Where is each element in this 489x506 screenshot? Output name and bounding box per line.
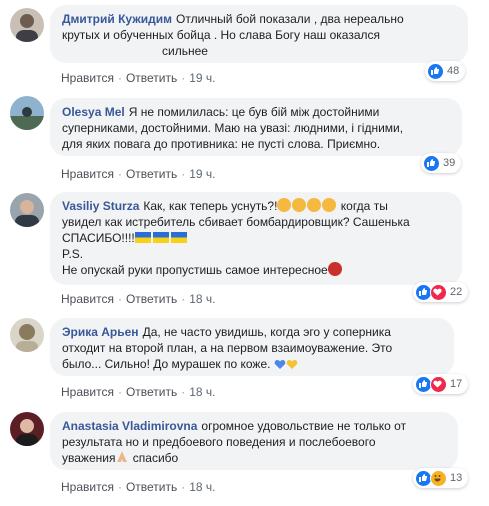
comment-text: Я не помилилась: це був бій між достойни…: [128, 105, 380, 119]
comment-text: увидел как истребитель сбивает бомбардир…: [62, 215, 410, 229]
comment-text: Как, как теперь уснуть?!: [143, 199, 278, 213]
avatar[interactable]: [10, 96, 44, 130]
reaction-count: 39: [443, 157, 456, 169]
reaction-summary[interactable]: 17: [413, 374, 469, 394]
comment-actions: Нравится · Ответить · 18 ч.: [61, 480, 216, 494]
comment-text: сильнее: [162, 44, 208, 58]
comment-text: крутых и обученных бойца . Но слава Богу…: [62, 28, 381, 42]
comment-actions: Нравится · Ответить · 19 ч.: [61, 167, 216, 181]
ukraine-flag-icon: [134, 232, 151, 243]
comment-bubble: Olesya Mel Я не помилилась: це був бій мі…: [50, 98, 462, 156]
reaction-count: 22: [450, 286, 463, 298]
comment-text: уважения: [62, 451, 116, 465]
comment-author[interactable]: Эрика Арьен: [62, 325, 139, 339]
reaction-count: 17: [450, 378, 463, 390]
comment-bubble: Дмитрий Кужидим Отличный бой показали , д…: [50, 5, 468, 63]
reaction-count: 48: [447, 65, 460, 77]
comment-text: для яких повага до противника: не пусті …: [62, 137, 381, 151]
comment-text: огромное удовольствие не только от: [201, 419, 407, 433]
reaction-summary[interactable]: 48: [425, 61, 466, 81]
clapping-hands-icon: [322, 198, 337, 212]
like-button[interactable]: Нравится: [61, 385, 114, 399]
reply-button[interactable]: Ответить: [126, 480, 177, 494]
comment-text: Не опускай руки пропустишь самое интерес…: [62, 263, 328, 277]
clapping-hands-icon: [277, 198, 292, 212]
comment-author[interactable]: Дмитрий Кужидим: [62, 12, 172, 26]
clapping-hands-icon: [292, 198, 307, 212]
comment-time[interactable]: 19 ч.: [189, 71, 215, 85]
avatar[interactable]: [10, 8, 44, 42]
clapping-hands-icon: [307, 198, 322, 212]
comment-time[interactable]: 18 ч.: [189, 292, 215, 306]
like-button[interactable]: Нравится: [61, 292, 114, 306]
yellow-heart-icon: [286, 358, 298, 370]
reply-button[interactable]: Ответить: [126, 167, 177, 181]
comment-bubble: Эрика Арьен Да, не часто увидишь, когда э…: [50, 318, 454, 376]
comment-text: было... Сильно! До мурашек по коже.: [62, 357, 271, 371]
comment-text: СПАСИБО!!!!: [62, 231, 135, 245]
reaction-summary[interactable]: 13: [413, 468, 469, 488]
comment-text: P.S.: [62, 247, 84, 261]
like-icon: [427, 62, 444, 80]
comment-time[interactable]: 18 ч.: [189, 385, 215, 399]
avatar[interactable]: [10, 412, 44, 446]
haha-icon: [430, 469, 447, 487]
comment-text: результата но и предбоевого поведения и …: [62, 435, 376, 449]
comment-text: отходит на второй план, а на первом взаи…: [62, 341, 393, 355]
comment-text: суперниками, достойними. Маю на увазі: л…: [62, 121, 404, 135]
comment-text: Отличный бой показали , два нереально: [176, 12, 404, 26]
avatar[interactable]: [10, 193, 44, 227]
comment-author[interactable]: Anastasia Vladimirovna: [62, 419, 197, 433]
love-icon: [430, 283, 447, 301]
comment-actions: Нравится · Ответить · 19 ч.: [61, 71, 216, 85]
ukraine-flag-icon: [170, 232, 187, 243]
reply-button[interactable]: Ответить: [126, 385, 177, 399]
reply-button[interactable]: Ответить: [126, 71, 177, 85]
comment-text: когда ты: [337, 199, 388, 213]
love-icon: [430, 375, 447, 393]
comment-time[interactable]: 18 ч.: [189, 480, 215, 494]
reaction-summary[interactable]: 22: [413, 282, 469, 302]
reaction-count: 13: [450, 472, 463, 484]
like-button[interactable]: Нравится: [61, 71, 114, 85]
comment-text: спасибо: [129, 451, 179, 465]
comment-bubble: Anastasia Vladimirovna огромное удовольст…: [50, 412, 458, 470]
comment-author[interactable]: Vasiliy Sturza: [62, 199, 139, 213]
comment-actions: Нравится · Ответить · 18 ч.: [61, 385, 216, 399]
comment-author[interactable]: Olesya Mel: [62, 105, 125, 119]
like-button[interactable]: Нравится: [61, 480, 114, 494]
comment-bubble: Vasiliy Sturza Как, как теперь уснуть?! к…: [50, 192, 462, 285]
avatar[interactable]: [10, 318, 44, 352]
ukraine-flag-icon: [152, 232, 169, 243]
comment-actions: Нравится · Ответить · 18 ч.: [61, 292, 216, 306]
like-button[interactable]: Нравится: [61, 167, 114, 181]
boxing-glove-icon: [327, 262, 342, 276]
comment-time[interactable]: 19 ч.: [189, 167, 215, 181]
blue-heart-icon: [274, 358, 286, 370]
like-icon: [423, 154, 440, 172]
reaction-summary[interactable]: 39: [421, 153, 462, 173]
comment-text: Да, не часто увидишь, когда эго у соперн…: [142, 325, 391, 339]
reply-button[interactable]: Ответить: [126, 292, 177, 306]
praying-hands-icon: [115, 450, 129, 464]
